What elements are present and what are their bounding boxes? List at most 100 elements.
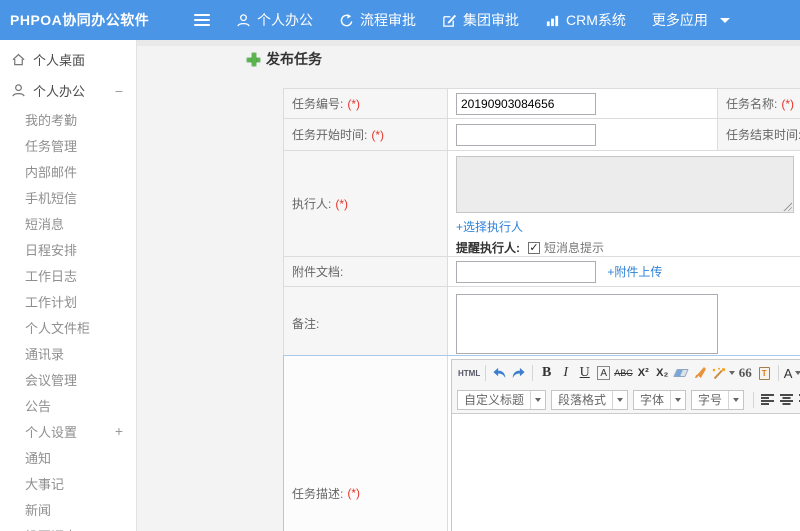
sidebar-item-personal-office[interactable]: 个人办公 −: [0, 75, 136, 106]
font-style-button[interactable]: A: [597, 366, 611, 380]
task-no-input[interactable]: [456, 92, 596, 115]
required-mark: (*): [347, 486, 361, 500]
paste-button[interactable]: T: [756, 363, 773, 383]
subscript-button[interactable]: X₂: [654, 363, 671, 383]
required-mark: (*): [347, 97, 361, 111]
align-left-icon: [761, 394, 775, 405]
end-time-label: 任务结束时间:: [726, 128, 800, 142]
start-time-input[interactable]: [456, 123, 596, 146]
redo-icon: [512, 367, 525, 379]
underline-button[interactable]: U: [576, 363, 593, 383]
sidebar-item-work-plan[interactable]: 工作计划: [0, 288, 136, 314]
nav-item-crm-system[interactable]: CRM系统: [545, 10, 626, 30]
undo-button[interactable]: [491, 363, 508, 383]
remark-textarea[interactable]: [456, 293, 718, 354]
align-center-button[interactable]: [778, 390, 795, 410]
sidebar-item-personal-settings[interactable]: 个人设置 +: [0, 418, 136, 444]
eraser-button[interactable]: [673, 363, 690, 383]
align-center-icon: [780, 394, 794, 405]
font-color-button[interactable]: A: [784, 363, 800, 383]
blockquote-button[interactable]: 66: [737, 363, 754, 383]
redo-button[interactable]: [510, 363, 527, 383]
start-time-label: 任务开始时间:: [292, 128, 368, 142]
page-title: 发布任务: [247, 49, 322, 69]
collapse-minus-icon[interactable]: −: [115, 83, 123, 99]
autoformat-button[interactable]: [711, 363, 735, 383]
task-description-row: 任务描述: (*) HTML B I U A ABC X² X₂ 66 T A …: [283, 355, 800, 531]
editor-content-area[interactable]: [452, 414, 800, 531]
superscript-button[interactable]: X²: [635, 363, 652, 383]
sidebar-item-survey[interactable]: 投票调查: [0, 522, 136, 531]
italic-button[interactable]: I: [557, 363, 574, 383]
caret-down-icon: [530, 390, 545, 409]
caret-down-icon: [670, 390, 685, 409]
task-form-table: 任务编号:(*) 任务名称:(*) 任务开始时间:(*) 任务结束时间:(*) …: [283, 88, 800, 361]
content-top-strip: [137, 40, 800, 46]
app-brand: PHPOA协同办公软件: [10, 12, 150, 28]
task-name-label: 任务名称:: [726, 97, 778, 111]
sidebar-item-work-log[interactable]: 工作日志: [0, 262, 136, 288]
sidebar-item-personal-files[interactable]: 个人文件柜: [0, 314, 136, 340]
font-size-dropdown[interactable]: 字号: [691, 389, 745, 410]
paragraph-format-dropdown[interactable]: 段落格式: [551, 389, 629, 410]
nav-item-more-apps[interactable]: 更多应用: [652, 10, 730, 30]
custom-heading-dropdown[interactable]: 自定义标题: [457, 389, 547, 410]
add-plus-icon: [247, 52, 260, 66]
sidebar-item-personal-desktop[interactable]: 个人桌面: [0, 44, 136, 75]
sidebar-item-meeting-management[interactable]: 会议管理: [0, 366, 136, 392]
eraser-icon: [673, 369, 690, 377]
font-family-dropdown[interactable]: 字体: [633, 389, 687, 410]
caret-down-icon: [728, 371, 735, 375]
expand-plus-icon[interactable]: +: [115, 423, 123, 439]
home-icon: [12, 53, 25, 66]
executor-label: 执行人:: [292, 197, 332, 211]
sidebar-item-mobile-sms[interactable]: 手机短信: [0, 184, 136, 210]
sidebar-item-internal-mail[interactable]: 内部邮件: [0, 158, 136, 184]
main-content: 发布任务 任务编号:(*) 任务名称:(*) 任务开始时间:(*) 任务结束时间…: [137, 40, 800, 531]
user-icon: [237, 13, 250, 26]
rich-text-editor: HTML B I U A ABC X² X₂ 66 T A 自定义标题 段落格式…: [448, 356, 800, 531]
nav-item-process-approval[interactable]: 流程审批: [339, 10, 416, 30]
sidebar-item-short-message[interactable]: 短消息: [0, 210, 136, 236]
caret-down-icon: [612, 390, 627, 409]
nav-item-label: 更多应用: [651, 12, 708, 28]
attachment-input[interactable]: [456, 260, 596, 283]
description-label: 任务描述:: [292, 486, 344, 501]
attachment-upload-link[interactable]: +附件上传: [607, 265, 662, 279]
sidebar-item-news[interactable]: 新闻: [0, 496, 136, 522]
remind-executor-label: 提醒执行人:: [456, 241, 520, 255]
nav-item-personal-office[interactable]: 个人办公: [236, 10, 313, 30]
caret-down-icon: [728, 390, 743, 409]
caret-down-icon: [795, 371, 800, 375]
nav-item-label: CRM系统: [566, 12, 626, 28]
sidebar-item-notice[interactable]: 通知: [0, 444, 136, 470]
remark-label: 备注:: [292, 317, 320, 331]
required-mark: (*): [371, 128, 385, 142]
sidebar-item-milestones[interactable]: 大事记: [0, 470, 136, 496]
hamburger-menu-icon[interactable]: [194, 11, 210, 29]
nav-item-group-approval[interactable]: 集团审批: [442, 10, 519, 30]
sms-remind-checkbox[interactable]: ✓: [528, 241, 540, 254]
nav-item-label: 个人办公: [257, 12, 313, 28]
bar-chart-icon: [546, 15, 559, 26]
format-brush-button[interactable]: [692, 363, 709, 383]
caret-down-icon: [719, 17, 730, 23]
executor-textarea[interactable]: [456, 156, 794, 213]
undo-icon: [493, 367, 506, 379]
editor-toolbar-row2: 自定义标题 段落格式 字体 字号: [452, 386, 800, 414]
sidebar: 个人桌面 个人办公 − 我的考勤 任务管理 内部邮件 手机短信 短消息 日程安排…: [0, 40, 137, 531]
sidebar-item-my-attendance[interactable]: 我的考勤: [0, 106, 136, 132]
align-left-button[interactable]: [759, 390, 776, 410]
sidebar-item-schedule[interactable]: 日程安排: [0, 236, 136, 262]
user-icon: [12, 84, 25, 97]
html-source-button[interactable]: HTML: [458, 363, 480, 383]
sidebar-item-task-management[interactable]: 任务管理: [0, 132, 136, 158]
sidebar-item-contacts[interactable]: 通讯录: [0, 340, 136, 366]
strikethrough-button[interactable]: ABC: [614, 363, 633, 383]
select-executor-link[interactable]: +选择执行人: [456, 220, 523, 234]
sidebar-item-announcement[interactable]: 公告: [0, 392, 136, 418]
page-title-text: 发布任务: [266, 51, 322, 67]
bold-button[interactable]: B: [538, 363, 555, 383]
sidebar-item-label: 个人桌面: [33, 53, 86, 68]
sms-remind-checkbox-label: 短消息提示: [544, 241, 605, 255]
